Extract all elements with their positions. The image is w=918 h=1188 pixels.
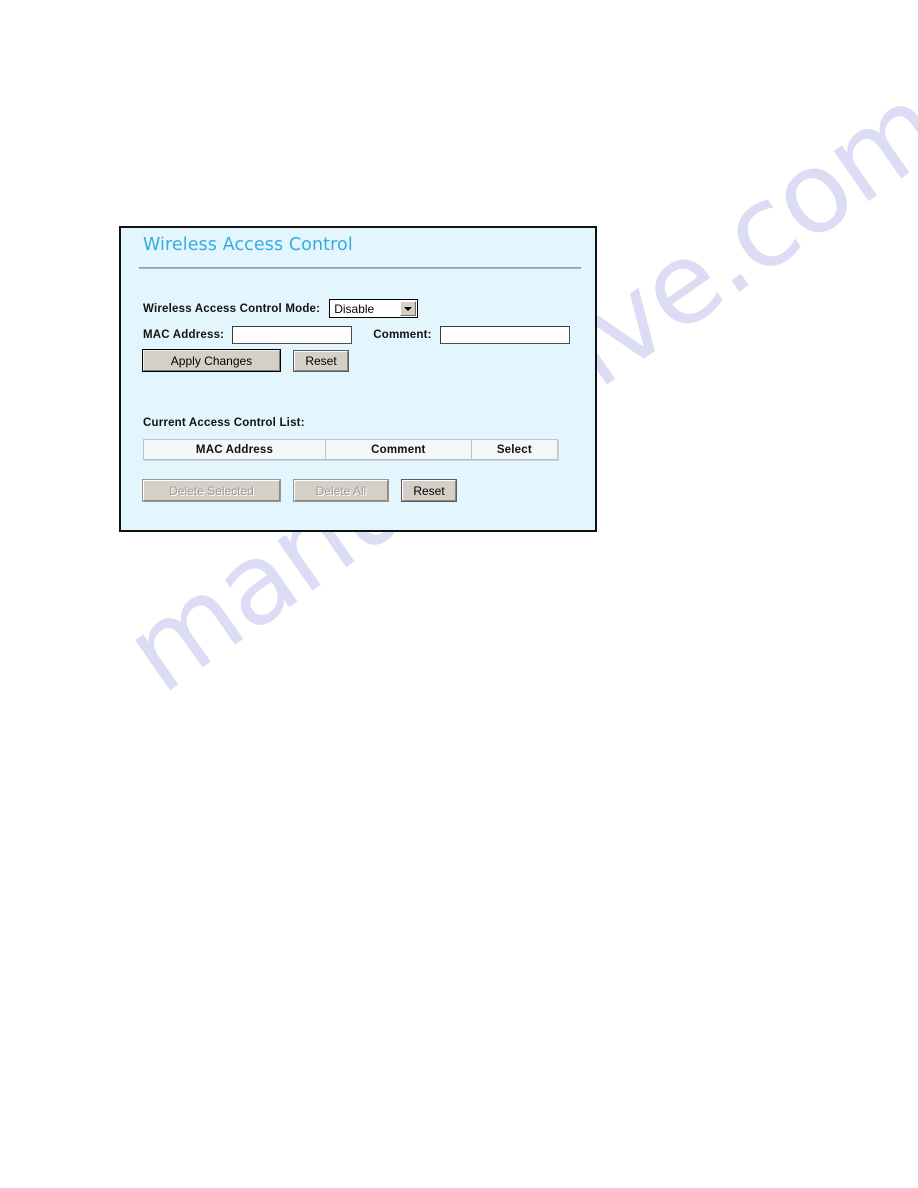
column-header-select: Select: [470, 439, 559, 460]
page-title: Wireless Access Control: [143, 235, 353, 255]
access-control-mode-row: Wireless Access Control Mode: Disable: [143, 299, 419, 318]
chevron-down-icon[interactable]: [400, 301, 417, 316]
title-divider: [139, 267, 581, 269]
table-header-row: MAC Address Comment Select: [142, 439, 559, 460]
comment-label: Comment:: [373, 329, 432, 341]
watermark-layer: manualshive.com: [0, 0, 918, 1188]
access-control-list-heading: Current Access Control List:: [143, 417, 305, 429]
reset-button[interactable]: Reset: [293, 349, 349, 372]
access-control-mode-value: Disable: [334, 301, 375, 316]
delete-all-button[interactable]: Delete All: [293, 479, 389, 502]
access-control-mode-select[interactable]: Disable: [329, 299, 419, 318]
mac-address-label: MAC Address:: [143, 329, 225, 341]
column-header-mac-address: MAC Address: [142, 439, 327, 460]
reset-list-button[interactable]: Reset: [401, 479, 457, 502]
mac-address-input[interactable]: [232, 326, 353, 344]
access-control-list-label: Current Access Control List:: [143, 417, 305, 429]
apply-changes-button[interactable]: Apply Changes: [143, 350, 280, 371]
delete-selected-button[interactable]: Delete Selected: [142, 479, 281, 502]
access-control-mode-label: Wireless Access Control Mode:: [143, 302, 321, 315]
comment-input[interactable]: [439, 326, 570, 344]
form-action-buttons: Apply Changes Reset: [143, 349, 362, 372]
mac-comment-row: MAC Address: Comment:: [143, 326, 570, 344]
column-header-comment: Comment: [325, 439, 472, 460]
wireless-access-control-panel: Wireless Access Control Wireless Access …: [119, 226, 597, 532]
list-action-buttons: Delete Selected Delete All Reset: [142, 479, 470, 502]
access-control-list-table: MAC Address Comment Select: [142, 439, 559, 460]
